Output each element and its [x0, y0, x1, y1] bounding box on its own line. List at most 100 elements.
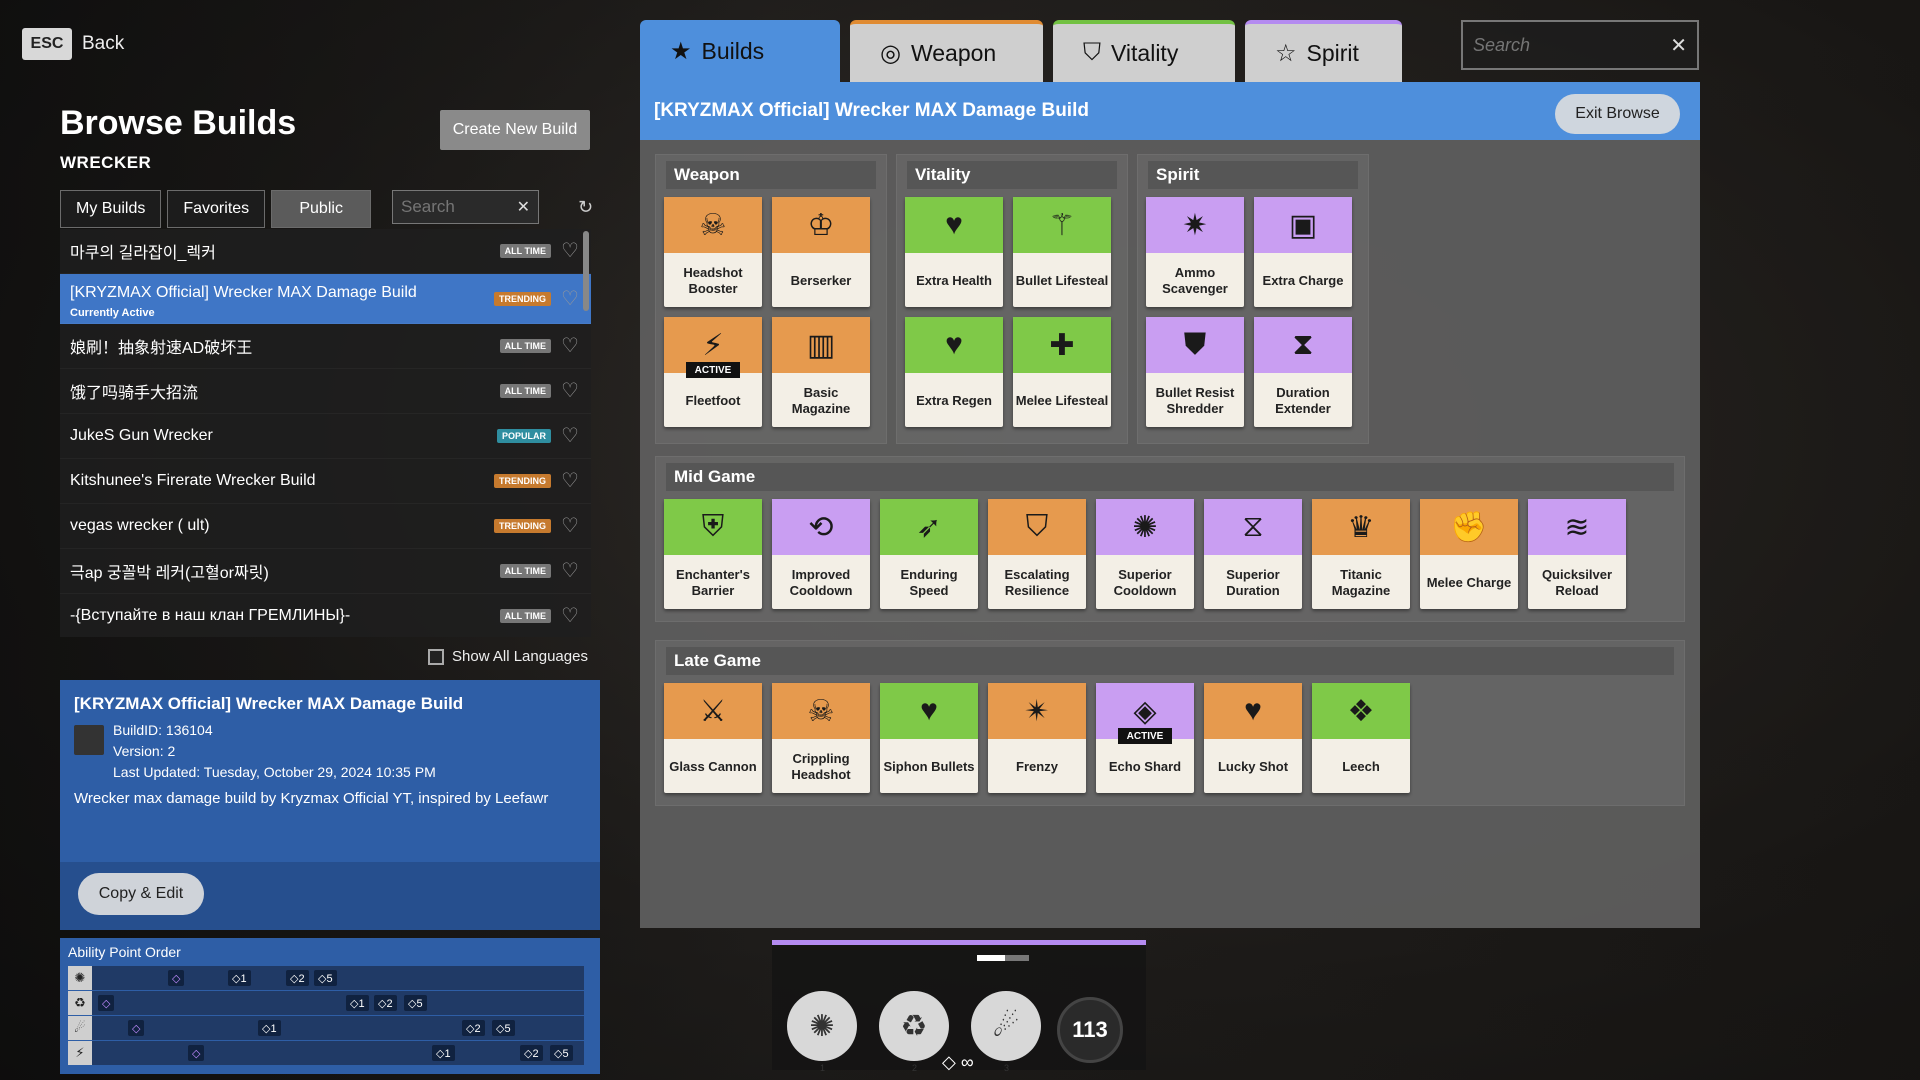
- item-name: Escalating Resilience: [1004, 566, 1070, 598]
- running-icon: ➶: [880, 499, 978, 555]
- list-scrollbar[interactable]: [583, 231, 589, 311]
- ability-mark: ◇1: [258, 1020, 281, 1036]
- item-card[interactable]: ✷ Ammo Scavenger: [1146, 197, 1244, 307]
- heart-icon[interactable]: ♡: [561, 381, 581, 401]
- tab-vitality[interactable]: ⛉ Vitality: [1053, 20, 1235, 82]
- item-card[interactable]: ✊ Melee Charge: [1420, 499, 1518, 609]
- heart-icon[interactable]: ♡: [561, 606, 581, 626]
- esc-key[interactable]: ESC: [22, 28, 72, 60]
- item-card[interactable]: ➶ Enduring Speed: [880, 499, 978, 609]
- tab-favorites[interactable]: Favorites: [167, 190, 266, 228]
- berserker-icon: ♔: [772, 197, 870, 253]
- build-name: 극ap 궁꼴박 레커(고혈or짜릿): [70, 565, 269, 582]
- item-card[interactable]: ⛨ Enchanter's Barrier: [664, 499, 762, 609]
- item-card[interactable]: ⚡ ACTIVE Fleetfoot: [664, 317, 762, 427]
- show-all-languages-checkbox[interactable]: [428, 648, 444, 665]
- item-card[interactable]: ♥ Extra Regen: [905, 317, 1003, 427]
- ability-row: ⚡ ◇ ◇1 ◇2 ◇5: [68, 1041, 584, 1065]
- ability-mark: ◇2: [520, 1045, 543, 1061]
- item-card[interactable]: ⧗ Duration Extender: [1254, 317, 1352, 427]
- list-item[interactable]: 마쿠의 길라잡이_렉커 ALL TIME ♡: [60, 229, 591, 274]
- ability-3-icon: ☄: [68, 1016, 92, 1040]
- tab-spirit[interactable]: ☆ Spirit: [1245, 20, 1402, 82]
- build-search-box: ✕: [392, 190, 539, 224]
- heart-icon[interactable]: ♡: [561, 426, 581, 446]
- build-header-title: [KRYZMAX Official] Wrecker MAX Damage Bu…: [654, 100, 1089, 121]
- superior-duration-icon: ⧖: [1204, 499, 1302, 555]
- item-card[interactable]: ❖ Leech: [1312, 683, 1410, 793]
- item-card[interactable]: ✺ Superior Cooldown: [1096, 499, 1194, 609]
- heart-icon[interactable]: ♡: [561, 471, 581, 491]
- list-item[interactable]: JukeS Gun Wrecker POPULAR ♡: [60, 414, 591, 459]
- ability-row: ☄ ◇ ◇1 ◇2 ◇5: [68, 1016, 584, 1040]
- ability-4-icon: ⚡: [68, 1041, 92, 1065]
- list-item[interactable]: 娘刷！抽象射速AD破坏王 ALL TIME ♡: [60, 324, 591, 369]
- ability-row: ♻ ◇ ◇1 ◇2 ◇5: [68, 991, 584, 1015]
- list-item[interactable]: -{Вступайте в наш клан ГРЕМЛИНЫ}- ALL TI…: [60, 594, 591, 637]
- item-card[interactable]: ⚚ Bullet Lifesteal: [1013, 197, 1111, 307]
- item-card[interactable]: ✚ Melee Lifesteal: [1013, 317, 1111, 427]
- tab-my-builds[interactable]: My Builds: [60, 190, 162, 228]
- refresh-icon[interactable]: ↻: [578, 197, 598, 217]
- shield-shred-icon: ⛊: [1146, 317, 1244, 373]
- item-card[interactable]: ⛊ Bullet Resist Shredder: [1146, 317, 1244, 427]
- vortex-icon: ✺: [1096, 499, 1194, 555]
- clear-search-icon[interactable]: ✕: [517, 197, 530, 217]
- list-item[interactable]: 극ap 궁꼴박 레커(고혈or짜릿) ALL TIME ♡: [60, 549, 591, 594]
- copy-edit-button[interactable]: Copy & Edit: [78, 873, 204, 915]
- build-list: 마쿠의 길라잡이_렉커 ALL TIME ♡ [KRYZMAX Official…: [60, 229, 591, 637]
- item-card[interactable]: ♔ Berserker: [772, 197, 870, 307]
- item-card[interactable]: ✴ Frenzy: [988, 683, 1086, 793]
- item-card[interactable]: ⚔ Glass Cannon: [664, 683, 762, 793]
- status-badge: ALL TIME: [499, 564, 551, 578]
- build-header: [KRYZMAX Official] Wrecker MAX Damage Bu…: [640, 82, 1700, 140]
- list-item[interactable]: vegas wrecker ( ult) TRENDING ♡: [60, 504, 591, 549]
- clear-search-icon[interactable]: ✕: [1670, 33, 1687, 58]
- build-search-input[interactable]: [401, 197, 511, 217]
- item-card[interactable]: ♥ Extra Health: [905, 197, 1003, 307]
- item-card[interactable]: ⟲ Improved Cooldown: [772, 499, 870, 609]
- build-id: BuildID: 136104: [113, 722, 213, 738]
- ability-mark: ◇: [168, 970, 185, 986]
- item-card[interactable]: ☠ Headshot Booster: [664, 197, 762, 307]
- item-name: Enduring Speed: [900, 566, 958, 598]
- section-vitality: Vitality ♥ Extra Health ⚚ Bullet Lifeste…: [896, 154, 1128, 444]
- fist-icon: ✊: [1420, 499, 1518, 555]
- build-source-tabs: My Builds Favorites Public: [60, 190, 372, 228]
- heart-icon[interactable]: ♡: [561, 561, 581, 581]
- item-card[interactable]: ▣ Extra Charge: [1254, 197, 1352, 307]
- heart-icon[interactable]: ♡: [561, 336, 581, 356]
- heart-icon[interactable]: ♡: [561, 516, 581, 536]
- item-card[interactable]: ☠ Crippling Headshot: [772, 683, 870, 793]
- build-name: -{Вступайте в наш клан ГРЕМЛИНЫ}-: [70, 607, 351, 624]
- item-card[interactable]: ♥ Siphon Bullets: [880, 683, 978, 793]
- tab-weapon[interactable]: ◎ Weapon: [850, 20, 1043, 82]
- item-name: Bullet Lifesteal: [1015, 272, 1109, 288]
- ability-mark: ◇1: [432, 1045, 455, 1061]
- item-name: Melee Charge: [1426, 574, 1512, 590]
- heart-icon[interactable]: ♡: [561, 289, 581, 309]
- item-card[interactable]: ♥ Lucky Shot: [1204, 683, 1302, 793]
- item-name: Ammo Scavenger: [1162, 264, 1228, 296]
- item-card[interactable]: ▥ Basic Magazine: [772, 317, 870, 427]
- show-all-languages-toggle[interactable]: Show All Languages: [428, 648, 588, 665]
- tab-public[interactable]: Public: [271, 190, 372, 228]
- exit-browse-button[interactable]: Exit Browse: [1555, 94, 1680, 134]
- list-item[interactable]: Kitshunee's Firerate Wrecker Build TREND…: [60, 459, 591, 504]
- list-item-selected[interactable]: [KRYZMAX Official] Wrecker MAX Damage Bu…: [60, 274, 591, 324]
- item-card[interactable]: ♛ Titanic Magazine: [1312, 499, 1410, 609]
- tab-builds[interactable]: ★ Builds: [640, 20, 840, 82]
- section-weapon: Weapon ☠ Headshot Booster ♔ Berserker ⚡ …: [655, 154, 887, 444]
- currently-active-label: Currently Active: [70, 307, 155, 319]
- create-new-build-button[interactable]: Create New Build: [440, 110, 590, 150]
- list-item[interactable]: 饿了吗骑手大招流 ALL TIME ♡: [60, 369, 591, 414]
- item-card[interactable]: ⛉ Escalating Resilience: [988, 499, 1086, 609]
- item-card[interactable]: ≋ Quicksilver Reload: [1528, 499, 1626, 609]
- item-card[interactable]: ◈ ACTIVE Echo Shard: [1096, 683, 1194, 793]
- item-card[interactable]: ⧖ Superior Duration: [1204, 499, 1302, 609]
- tab-vitality-label: Vitality: [1111, 39, 1179, 66]
- item-search-input[interactable]: [1473, 34, 1663, 56]
- back-button[interactable]: Back: [82, 33, 124, 55]
- target-icon: ◎: [880, 39, 901, 67]
- heart-icon[interactable]: ♡: [561, 241, 581, 261]
